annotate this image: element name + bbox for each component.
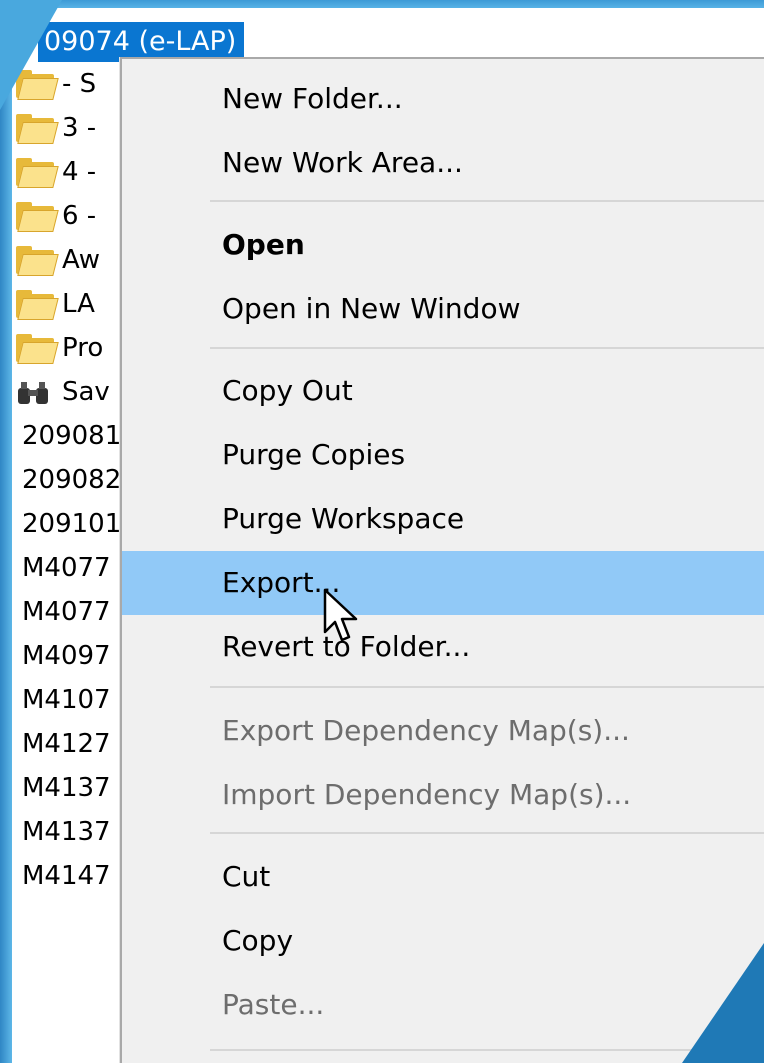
tree-item-label: 3 -	[62, 113, 97, 143]
menu-item-copy[interactable]: Copy	[122, 909, 764, 973]
menu-item-paste: Paste...	[122, 973, 764, 1037]
tree-item-label: 4 -	[62, 157, 97, 187]
screen: 09074 (e-LAP) - S 3 - 4 - 6 - Aw LA Pro Sav 2090…	[0, 0, 764, 1063]
menu-item-label: Import Dependency Map(s)...	[222, 778, 632, 811]
tree-item-label: 209081	[22, 421, 122, 451]
tree-item[interactable]: M4097	[12, 634, 111, 678]
menu-item-label: Purge Workspace	[222, 502, 465, 535]
menu-separator	[210, 686, 764, 688]
tree-item[interactable]: M4077	[12, 546, 111, 590]
tree-item-label: Pro	[62, 333, 104, 363]
menu-item-label: Copy Out	[222, 374, 353, 407]
tree-item[interactable]: Sav	[12, 370, 110, 414]
tree-item-label: M4137	[22, 817, 111, 847]
tree-item-label: M4147	[22, 861, 111, 891]
folder-icon	[12, 238, 59, 282]
decorative-corner-bottom-right	[682, 943, 764, 1063]
tree-item-label: 6 -	[62, 201, 97, 231]
tree-item-label: 209082	[22, 465, 122, 495]
menu-item-label: New Folder...	[222, 82, 403, 115]
folder-icon	[12, 194, 59, 238]
tree-item[interactable]: 209101	[12, 502, 121, 546]
menu-item-export-dependency-maps: Export Dependency Map(s)...	[122, 699, 764, 763]
menu-item-open-in-new-window[interactable]: Open in New Window	[122, 277, 764, 341]
menu-item-export[interactable]: Export...	[122, 551, 764, 615]
menu-item-label: Open in New Window	[222, 292, 521, 325]
tree-item[interactable]: 3 -	[12, 106, 96, 150]
tree-item-label: M4077	[22, 597, 111, 627]
folder-icon	[12, 106, 59, 150]
menu-item-copy-out[interactable]: Copy Out	[122, 359, 764, 423]
tree-item-label: Sav	[62, 377, 110, 407]
menu-item-cut[interactable]: Cut	[122, 845, 764, 909]
tree-item[interactable]: LA	[12, 282, 95, 326]
menu-item-label: Paste...	[222, 988, 325, 1021]
menu-separator	[210, 347, 764, 349]
menu-separator	[210, 832, 764, 834]
tree-item-label: M4077	[22, 553, 111, 583]
tree-item[interactable]: M4127	[12, 722, 111, 766]
menu-item-purge-copies[interactable]: Purge Copies	[122, 423, 764, 487]
tree-item-label: Aw	[62, 245, 100, 275]
menu-item-purge-workspace[interactable]: Purge Workspace	[122, 487, 764, 551]
tree-item[interactable]: 4 -	[12, 150, 96, 194]
tree-item[interactable]: Pro	[12, 326, 103, 370]
menu-item-new-work-area[interactable]: New Work Area...	[122, 131, 764, 195]
window-frame-top	[0, 0, 764, 8]
tree-item[interactable]: 209081	[12, 414, 121, 458]
tree-item[interactable]: M4107	[12, 678, 111, 722]
menu-item-label: Purge Copies	[222, 438, 406, 471]
menu-item-label: New Work Area...	[222, 146, 463, 179]
folder-icon	[12, 326, 59, 370]
menu-item-open[interactable]: Open	[122, 213, 764, 277]
tree-item[interactable]: M4077	[12, 590, 111, 634]
folder-icon	[12, 150, 59, 194]
tree-root-item[interactable]: 09074 (e-LAP)	[38, 22, 245, 62]
folder-icon	[12, 282, 59, 326]
tree-item-label: M4137	[22, 773, 111, 803]
tree-item[interactable]: M4147	[12, 854, 111, 898]
menu-item-label: Export Dependency Map(s)...	[222, 714, 630, 747]
tree-item[interactable]: Aw	[12, 238, 100, 282]
tree-item-label: LA	[62, 289, 95, 319]
tree-item-label: - S	[62, 69, 97, 99]
tree-item[interactable]: 6 -	[12, 194, 96, 238]
menu-item-new-folder[interactable]: New Folder...	[122, 67, 764, 131]
menu-item-revert-to-folder[interactable]: Revert to Folder...	[122, 615, 764, 679]
binoculars-icon	[12, 370, 58, 414]
window-frame-left	[0, 0, 12, 1063]
mouse-pointer-icon	[323, 588, 358, 642]
menu-item-label: Cut	[222, 860, 271, 893]
tree-item[interactable]: M4137	[12, 766, 111, 810]
tree-item[interactable]: 209082	[12, 458, 121, 502]
tree-item[interactable]: M4137	[12, 810, 111, 854]
tree-item-label: M4097	[22, 641, 111, 671]
tree-item-label: 209101	[22, 509, 122, 539]
menu-item-label: Open	[222, 228, 305, 261]
menu-item-label: Copy	[222, 924, 294, 957]
context-menu: New Folder... New Work Area... Open Open…	[120, 57, 764, 1063]
menu-item-import-dependency-maps: Import Dependency Map(s)...	[122, 763, 764, 827]
tree-item-label: M4127	[22, 729, 111, 759]
tree-item-label: M4107	[22, 685, 111, 715]
decorative-corner-top-left	[0, 0, 62, 110]
menu-separator	[210, 1049, 764, 1051]
menu-separator	[210, 200, 764, 202]
